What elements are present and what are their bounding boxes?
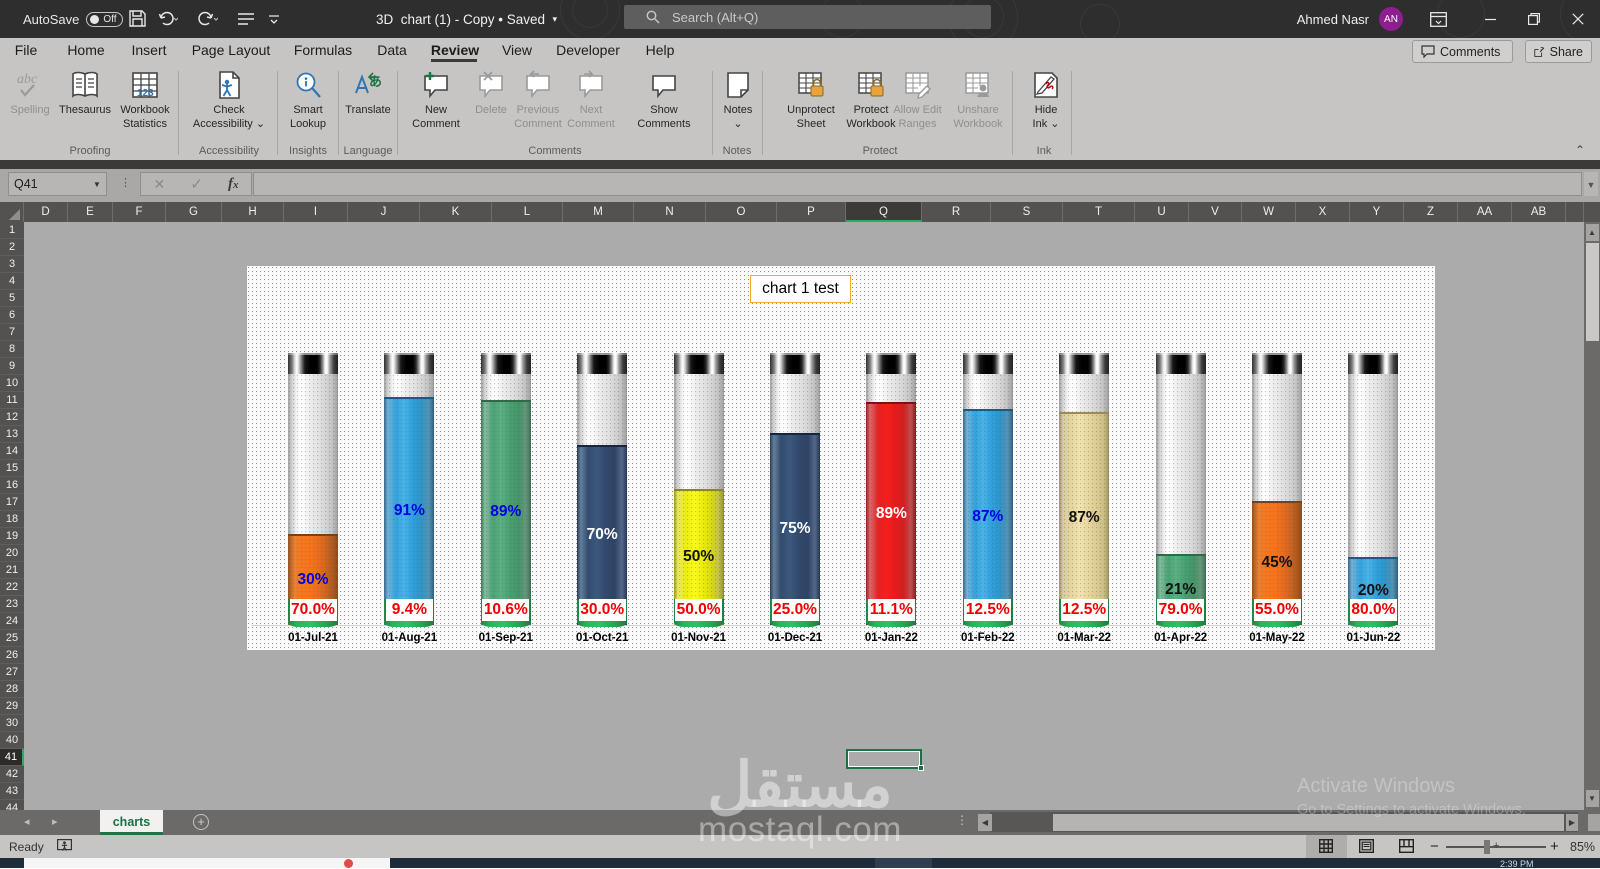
svg-text:123: 123 bbox=[137, 88, 154, 99]
svg-text:abc: abc bbox=[17, 72, 38, 87]
